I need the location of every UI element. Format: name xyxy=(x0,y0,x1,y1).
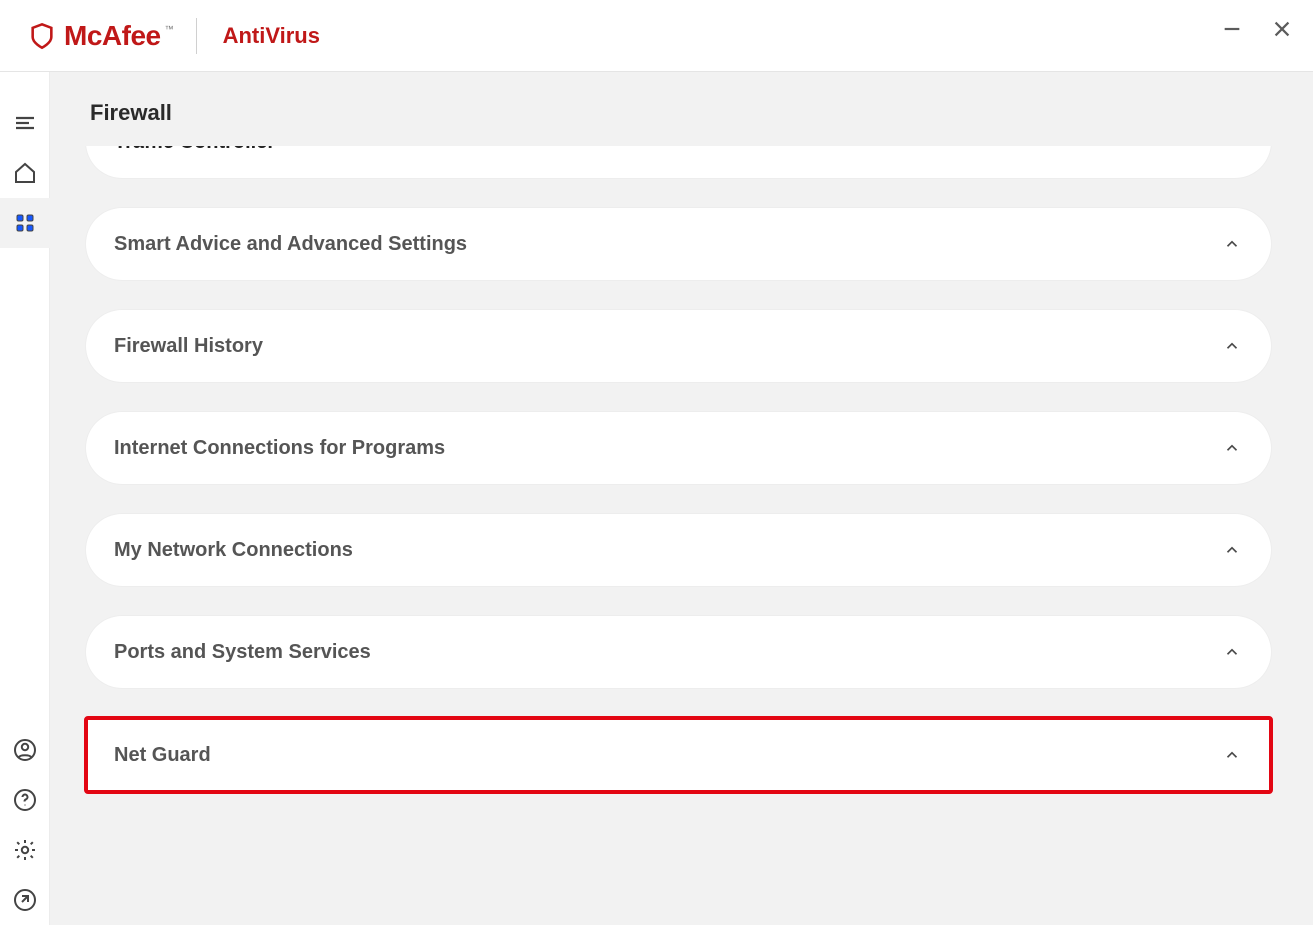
main-panel: Firewall Traffic Controller Smart Advice… xyxy=(50,72,1313,925)
row-label: Smart Advice and Advanced Settings xyxy=(114,233,467,256)
brand-trademark: ™ xyxy=(165,24,174,34)
menu-button[interactable] xyxy=(0,98,50,148)
settings-button[interactable] xyxy=(0,825,50,875)
chevron-up-icon xyxy=(1223,235,1241,253)
page-title: Firewall xyxy=(50,72,1313,146)
brand-block: McAfee ™ AntiVirus xyxy=(28,18,320,54)
row-label: Traffic Controller xyxy=(114,146,275,154)
row-my-network-connections[interactable]: My Network Connections xyxy=(86,514,1271,586)
row-firewall-history[interactable]: Firewall History xyxy=(86,310,1271,382)
chevron-up-icon xyxy=(1223,541,1241,559)
row-smart-advice[interactable]: Smart Advice and Advanced Settings xyxy=(86,208,1271,280)
feedback-icon xyxy=(13,888,37,912)
row-label: My Network Connections xyxy=(114,539,353,562)
apps-button[interactable] xyxy=(0,198,50,248)
minimize-icon[interactable] xyxy=(1221,18,1243,40)
chevron-up-icon xyxy=(1223,439,1241,457)
gear-icon xyxy=(13,838,37,862)
mcafee-shield-icon xyxy=(28,22,56,50)
row-label: Net Guard xyxy=(114,744,211,767)
row-ports-system-services[interactable]: Ports and System Services xyxy=(86,616,1271,688)
titlebar: McAfee ™ AntiVirus xyxy=(0,0,1313,72)
user-circle-icon xyxy=(13,738,37,762)
row-label: Internet Connections for Programs xyxy=(114,437,445,460)
row-internet-connections[interactable]: Internet Connections for Programs xyxy=(86,412,1271,484)
brand-name: McAfee xyxy=(64,20,161,52)
help-circle-icon xyxy=(13,788,37,812)
product-name: AntiVirus xyxy=(223,23,320,49)
hamburger-icon xyxy=(13,111,37,135)
chevron-up-icon xyxy=(1223,746,1241,764)
window-controls xyxy=(1221,18,1293,40)
feedback-button[interactable] xyxy=(0,875,50,925)
brand-separator xyxy=(196,18,197,54)
help-button[interactable] xyxy=(0,775,50,825)
row-label: Ports and System Services xyxy=(114,641,371,664)
close-icon[interactable] xyxy=(1271,18,1293,40)
home-button[interactable] xyxy=(0,148,50,198)
row-traffic-controller[interactable]: Traffic Controller xyxy=(86,146,1271,178)
account-button[interactable] xyxy=(0,725,50,775)
home-icon xyxy=(13,161,37,185)
row-label: Firewall History xyxy=(114,335,263,358)
chevron-up-icon xyxy=(1223,337,1241,355)
chevron-up-icon xyxy=(1223,146,1241,151)
row-net-guard[interactable]: Net Guard xyxy=(86,718,1271,792)
chevron-up-icon xyxy=(1223,643,1241,661)
sidebar xyxy=(0,72,50,925)
grid-icon xyxy=(13,211,37,235)
settings-scroll-area[interactable]: Traffic Controller Smart Advice and Adva… xyxy=(50,146,1307,925)
